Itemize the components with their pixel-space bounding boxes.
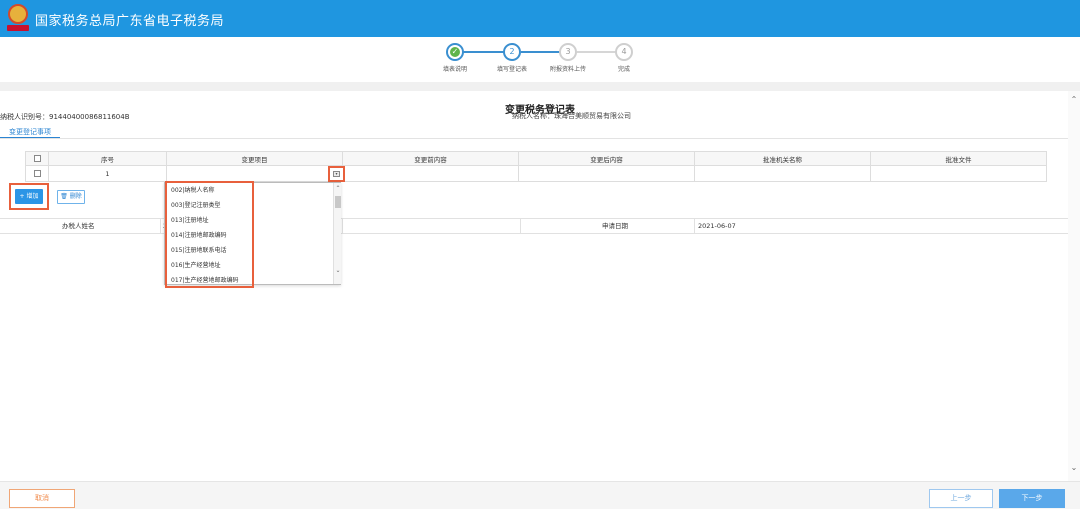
table-row: 1 xyxy=(25,165,1047,182)
row-checkbox[interactable] xyxy=(33,170,41,177)
app-title: 国家税务总局广东省电子税务局 xyxy=(35,14,225,29)
step-label: 填写登记表 xyxy=(496,66,527,73)
previous-step-button[interactable]: 上一步 xyxy=(929,489,993,508)
scrollbar-thumb[interactable] xyxy=(335,196,341,208)
change-item-dropdown-toggle[interactable]: ▾ xyxy=(328,166,345,182)
column-header: 序号 xyxy=(48,151,167,166)
step-label: 附报资料上传 xyxy=(549,66,586,73)
delete-row-button[interactable]: 🗑 删除 xyxy=(57,190,85,204)
authority-cell[interactable] xyxy=(694,165,871,182)
tax-emblem-icon xyxy=(7,4,29,32)
apply-date-label: 申请日期 xyxy=(602,222,628,230)
add-button-highlight: + 增加 xyxy=(9,183,49,210)
step-label: 填表说明 xyxy=(442,66,467,73)
step-label: 完成 xyxy=(617,66,630,73)
check-icon: ✓ xyxy=(446,43,464,61)
cancel-button[interactable]: 取消 xyxy=(9,489,75,508)
change-item-dropdown: 002|纳税人名称 003|登记注册类型 013|注册地址 014|注册地邮政编… xyxy=(164,182,341,285)
step-number: 2 xyxy=(503,43,521,61)
taxpayer-id: 纳税人识别号：91440400086811604B xyxy=(0,113,130,121)
chevron-up-icon[interactable]: ⌃ xyxy=(1068,95,1080,104)
cell-divider xyxy=(694,219,695,233)
change-items-table: 序号 变更项目 变更前内容 变更后内容 批准机关名称 批准文件 1 xyxy=(25,151,1047,182)
column-header: 批准机关名称 xyxy=(694,151,871,166)
step-4: 4 完成 xyxy=(594,43,654,73)
change-item-cell[interactable] xyxy=(166,165,343,182)
row-select-cell xyxy=(25,165,49,182)
table-header-row: 序号 变更项目 变更前内容 变更后内容 批准机关名称 批准文件 xyxy=(25,151,1047,166)
cell-divider xyxy=(342,219,343,233)
apply-date-value[interactable]: 2021-06-07 xyxy=(698,219,736,233)
tab-change-items[interactable]: 变更登记事项 xyxy=(0,125,60,139)
dropdown-option[interactable]: 003|登记注册类型 xyxy=(165,198,333,213)
dropdown-options: 002|纳税人名称 003|登记注册类型 013|注册地址 014|注册地邮政编… xyxy=(165,183,333,284)
dropdown-option[interactable]: 013|注册地址 xyxy=(165,213,333,228)
cell-divider xyxy=(520,219,521,233)
progress-stepper: ✓ 填表说明 2 填写登记表 3 附报资料上传 4 完成 xyxy=(0,37,1080,82)
cell-divider xyxy=(160,219,161,233)
dropdown-option[interactable]: 014|注册地邮政编码 xyxy=(165,228,333,243)
chevron-down-icon[interactable]: ⌄ xyxy=(334,267,342,275)
add-row-button[interactable]: + 增加 xyxy=(15,189,43,204)
taxpayer-name: 纳税人名称：珠海合美顺贸易有限公司 xyxy=(512,112,631,120)
footer-bar: 取消 上一步 下一步 xyxy=(0,481,1080,509)
after-content-cell[interactable] xyxy=(518,165,695,182)
caret-down-icon: ▾ xyxy=(333,171,340,177)
before-content-cell[interactable] xyxy=(342,165,519,182)
dropdown-option[interactable]: 015|注册地联系电话 xyxy=(165,243,333,258)
page-scrollbar[interactable]: ⌃ ⌄ xyxy=(1068,91,1080,481)
app-header: 国家税务总局广东省电子税务局 xyxy=(0,0,1080,37)
step-number: 4 xyxy=(615,43,633,61)
column-header: 变更项目 xyxy=(166,151,343,166)
applicant-row: 办税人姓名 2 申请日期 2021-06-07 xyxy=(0,218,1068,234)
step-3: 3 附报资料上传 xyxy=(538,43,598,73)
dropdown-option[interactable]: 017|生产经营地邮政编码 xyxy=(165,273,333,284)
next-step-button[interactable]: 下一步 xyxy=(999,489,1065,508)
divider-band xyxy=(0,82,1080,91)
document-cell[interactable] xyxy=(870,165,1047,182)
dropdown-option[interactable]: 016|生产经营地址 xyxy=(165,258,333,273)
tab-underline xyxy=(0,138,1068,139)
select-all-checkbox[interactable] xyxy=(33,155,41,162)
row-seq: 1 xyxy=(48,165,167,182)
applicant-name-label: 办税人姓名 xyxy=(62,222,95,230)
column-header: 变更后内容 xyxy=(518,151,695,166)
dropdown-scrollbar[interactable]: ⌃ ⌄ xyxy=(333,183,341,284)
chevron-down-icon[interactable]: ⌄ xyxy=(1068,463,1080,472)
dropdown-option[interactable]: 002|纳税人名称 xyxy=(165,183,333,198)
step-1: ✓ 填表说明 xyxy=(425,43,485,73)
select-all-cell xyxy=(25,151,49,166)
column-header: 变更前内容 xyxy=(342,151,519,166)
column-header: 批准文件 xyxy=(870,151,1047,166)
step-2: 2 填写登记表 xyxy=(482,43,542,73)
chevron-up-icon[interactable]: ⌃ xyxy=(334,185,342,193)
step-number: 3 xyxy=(559,43,577,61)
